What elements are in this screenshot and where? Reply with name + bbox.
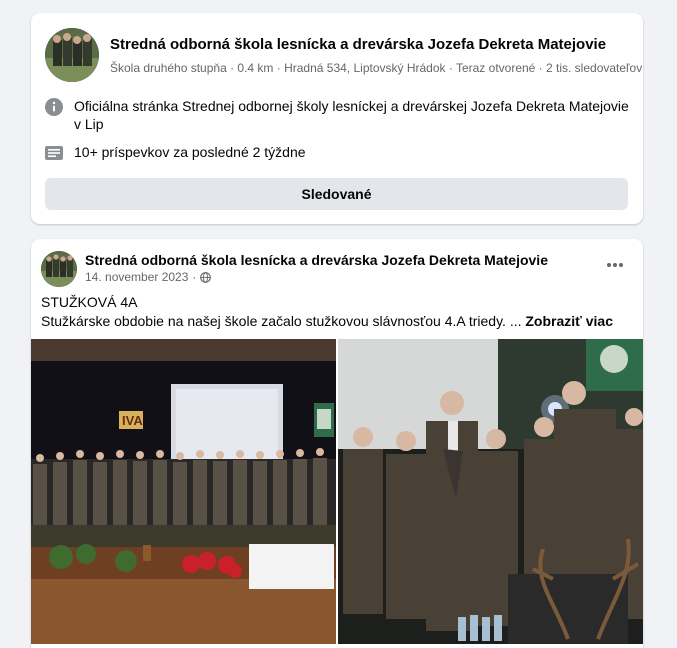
globe-icon bbox=[200, 271, 212, 283]
more-icon[interactable] bbox=[605, 257, 625, 273]
post-body-text: Stužkárske obdobie na našej škole začalo… bbox=[41, 313, 526, 329]
about-text: Oficiálna stránka Strednej odbornej škol… bbox=[74, 98, 629, 132]
post-date[interactable]: 14. november 2023 bbox=[85, 270, 188, 284]
post-author[interactable]: Stredná odborná škola lesnícka a drevárs… bbox=[85, 252, 548, 268]
posts-text: 10+ príspevkov za posledné 2 týždne bbox=[74, 144, 306, 160]
post-photo-stage[interactable]: IVA bbox=[31, 339, 336, 644]
separator-dot: · bbox=[192, 270, 197, 284]
post-body: Stužkárske obdobie na našej škole začalo… bbox=[41, 313, 613, 329]
page-avatar[interactable] bbox=[45, 28, 99, 82]
page-info-card: Stredná odborná škola lesnícka a drevárs… bbox=[31, 13, 643, 224]
post-photo-ceremony[interactable] bbox=[338, 339, 643, 644]
post-date-row: 14. november 2023 · bbox=[85, 270, 212, 284]
info-icon bbox=[45, 98, 63, 116]
stage-sign: IVA bbox=[122, 413, 143, 428]
post-title: STUŽKOVÁ 4A bbox=[41, 294, 138, 310]
page-meta: Škola druhého stupňa · 0.4 km · Hradná 5… bbox=[110, 61, 643, 75]
see-more-link[interactable]: Zobraziť viac bbox=[525, 313, 613, 329]
post-card: Stredná odborná škola lesnícka a drevárs… bbox=[31, 239, 643, 648]
post-avatar[interactable] bbox=[41, 251, 77, 287]
following-button[interactable]: Sledované bbox=[45, 178, 628, 210]
about-row: Oficiálna stránka Strednej odbornej škol… bbox=[45, 97, 635, 137]
page-name[interactable]: Stredná odborná škola lesnícka a drevárs… bbox=[110, 36, 606, 53]
posts-row: 10+ príspevkov za posledné 2 týždne bbox=[45, 143, 635, 163]
posts-icon bbox=[45, 146, 63, 160]
